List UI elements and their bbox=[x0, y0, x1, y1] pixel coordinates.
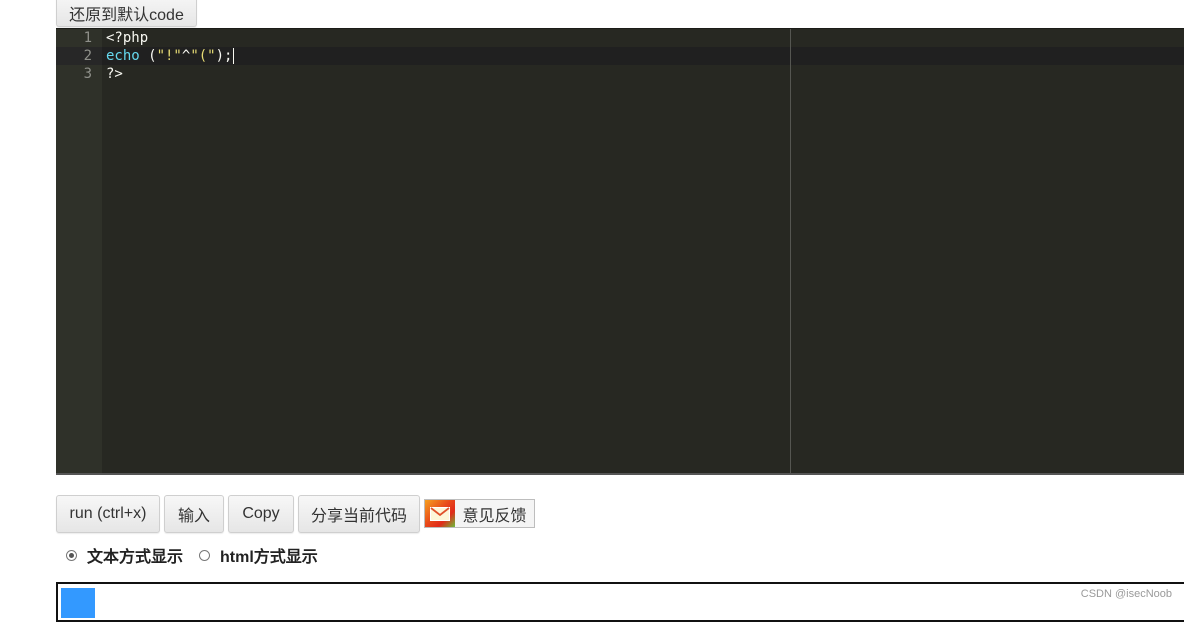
code-token-plain: ( bbox=[139, 48, 157, 64]
feedback-button[interactable]: 意见反馈 bbox=[424, 499, 535, 528]
reset-default-code-button[interactable]: 还原到默认code bbox=[56, 0, 197, 27]
code-text[interactable]: ?> bbox=[106, 65, 123, 83]
print-margin bbox=[790, 29, 791, 473]
code-token-plain: ?> bbox=[106, 66, 123, 82]
output-panel bbox=[56, 582, 1184, 622]
text-mode-radio[interactable] bbox=[66, 549, 77, 561]
code-editor[interactable]: 1 <?php 2 echo ("!"^"("); 3 ?> bbox=[56, 28, 1184, 475]
code-line[interactable]: 1 <?php bbox=[56, 29, 1184, 47]
copy-button[interactable]: Copy bbox=[228, 495, 294, 533]
watermark: CSDN @isecNoob bbox=[1080, 588, 1172, 600]
editor-gutter bbox=[56, 29, 102, 473]
code-text[interactable]: <?php bbox=[106, 29, 148, 47]
line-number: 1 bbox=[83, 30, 92, 46]
code-lines[interactable]: 1 <?php 2 echo ("!"^"("); 3 ?> bbox=[56, 29, 1184, 83]
code-token-kw: echo bbox=[106, 48, 140, 64]
output-indicator bbox=[61, 588, 95, 618]
code-line[interactable]: 3 ?> bbox=[56, 65, 1184, 83]
input-button[interactable]: 输入 bbox=[164, 495, 224, 533]
text-mode-label[interactable]: 文本方式显示 bbox=[87, 543, 183, 567]
display-mode-group: 文本方式显示 html方式显示 bbox=[66, 543, 334, 567]
feedback-label: 意见反馈 bbox=[462, 507, 527, 525]
code-text[interactable]: echo ("!"^"("); bbox=[106, 47, 235, 65]
run-button[interactable]: run (ctrl+x) bbox=[56, 495, 160, 533]
code-token-str: "!" bbox=[156, 48, 182, 64]
mail-icon bbox=[425, 500, 455, 527]
line-number: 2 bbox=[83, 48, 92, 64]
code-token-plain: ); bbox=[215, 48, 233, 64]
html-mode-radio[interactable] bbox=[199, 549, 211, 561]
share-code-button[interactable]: 分享当前代码 bbox=[298, 495, 420, 533]
html-mode-label[interactable]: html方式显示 bbox=[220, 543, 318, 567]
code-token-str: "(" bbox=[190, 48, 216, 64]
code-line[interactable]: 2 echo ("!"^"("); bbox=[56, 47, 1184, 65]
line-number: 3 bbox=[83, 66, 92, 82]
text-cursor bbox=[233, 48, 235, 64]
code-token-plain: <?php bbox=[106, 30, 149, 46]
